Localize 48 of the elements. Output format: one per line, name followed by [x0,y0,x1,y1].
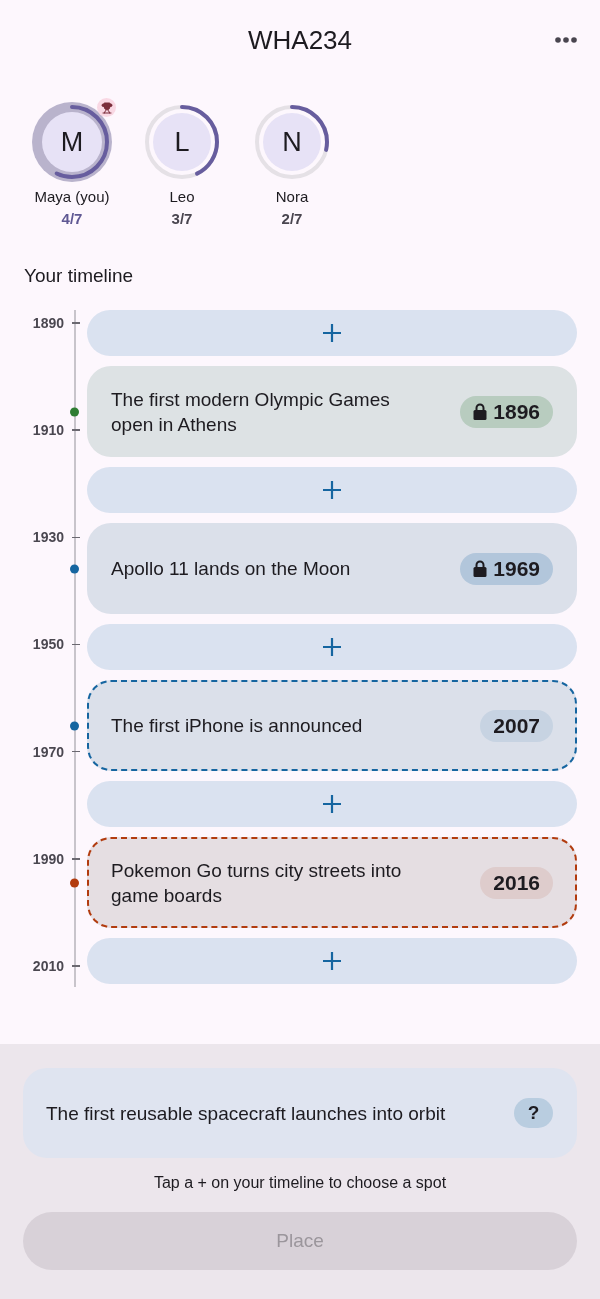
avatar: L [153,113,211,171]
year-text: 1969 [493,555,540,582]
lock-icon [473,403,488,420]
event-text: The first reusable spacecraft launches into orbit [46,1101,446,1126]
plus-icon [323,638,341,656]
hint-text: Tap a + on your timeline to choose a spot [152,1173,448,1193]
year-text: 1896 [493,398,540,425]
add-slot-button[interactable] [87,781,577,827]
player-score: 2/7 [281,209,303,229]
tick-mark [72,322,80,324]
player-score: 4/7 [61,209,83,229]
tick-label: 1910 [32,421,64,441]
event-text: The first iPhone is announced [111,714,364,738]
more-icon[interactable] [555,37,577,43]
year-text: 2007 [493,712,540,739]
tick-label: 1990 [32,849,64,869]
hidden-year-tag: ? [514,1098,553,1128]
tick-label: 1930 [32,528,64,548]
add-slot-button[interactable] [87,310,577,356]
section-title: Your timeline [24,264,134,288]
tick-label: 1890 [32,314,64,333]
event-text: The first modern Olympic Games open in Athens [111,387,391,437]
tick-mark [72,429,80,431]
add-slot-button[interactable] [87,938,577,984]
tick-label: 2010 [32,956,64,976]
plus-icon [323,324,341,342]
add-slot-button[interactable] [87,624,577,670]
event-text: Apollo 11 lands on the Moon [111,557,352,581]
tick-mark [72,643,80,646]
tick-mark [72,536,80,539]
tick-label: 1970 [32,742,64,762]
add-slot-button[interactable] [87,467,577,513]
tick-mark [72,750,80,753]
player-name: Nora [275,187,309,207]
year-text: 2016 [493,869,540,896]
avatar: N [263,113,321,171]
tick-mark [72,965,80,967]
player-score: 3/7 [171,209,193,229]
player-name: Maya (you) [34,187,110,207]
player-name: Leo [169,187,195,207]
screen-title: WHA234 [246,23,353,57]
lock-icon [473,560,488,577]
plus-icon [323,481,341,499]
plus-icon [323,795,341,813]
tick-label: 1950 [32,635,64,655]
plus-icon [323,952,341,970]
tick-mark [72,858,80,860]
event-text: Pokemon Go turns city streets into game boards [111,858,403,908]
